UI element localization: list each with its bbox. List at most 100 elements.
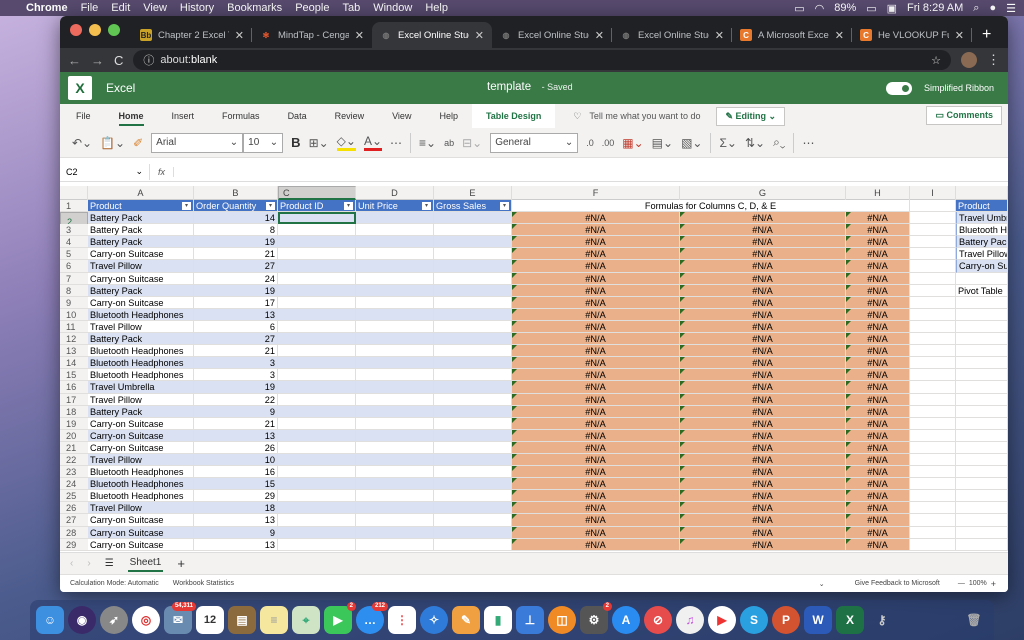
product-id-cell[interactable] — [278, 296, 356, 309]
quantity-cell[interactable]: 17 — [194, 296, 278, 309]
safari-icon[interactable]: ✧ — [420, 606, 448, 634]
close-tab-icon[interactable]: ✕ — [235, 29, 244, 42]
wifi-icon[interactable]: ◠ — [815, 2, 825, 15]
cell[interactable] — [956, 296, 1008, 309]
filter-dropdown-icon[interactable]: ▾ — [422, 202, 431, 210]
gross-sales-cell[interactable] — [434, 393, 512, 406]
product-cell[interactable]: Travel Umbrella — [88, 381, 194, 394]
product-cell[interactable]: Travel Pillow — [88, 502, 194, 515]
product-id-cell[interactable] — [278, 224, 356, 237]
wrap-text-icon[interactable]: ab — [444, 138, 454, 148]
tab-formulas[interactable]: Formulas — [208, 104, 274, 128]
trash-icon[interactable]: 🗑 — [960, 606, 988, 634]
formula-error-cell[interactable]: #N/A — [846, 248, 910, 261]
cell[interactable] — [956, 405, 1008, 418]
formula-error-cell[interactable]: #N/A — [512, 453, 680, 467]
quantity-cell[interactable]: 29 — [194, 490, 278, 503]
keychain-icon[interactable]: ⚷ — [868, 606, 896, 634]
product-id-cell[interactable] — [278, 357, 356, 370]
workbook-statistics[interactable]: Workbook Statistics — [173, 580, 234, 587]
feedback-link[interactable]: Give Feedback to Microsoft — [855, 580, 940, 587]
battery-icon[interactable]: ▭ — [866, 2, 876, 15]
quantity-cell[interactable]: 13 — [194, 514, 278, 527]
fx-icon[interactable]: fx — [150, 166, 174, 177]
column-header[interactable]: C — [278, 186, 356, 200]
format-painter-icon[interactable]: ✐ — [133, 136, 143, 150]
formula-error-cell[interactable]: #N/A — [846, 441, 910, 454]
keynote-icon[interactable]: ⊥ — [516, 606, 544, 634]
number-format-select[interactable]: General ⌄ — [490, 132, 579, 153]
gross-sales-cell[interactable] — [434, 345, 512, 358]
cell[interactable] — [956, 502, 1008, 515]
cell[interactable] — [956, 478, 1008, 491]
product-id-cell[interactable] — [278, 502, 356, 515]
close-tab-icon[interactable]: ✕ — [595, 29, 604, 42]
row-header[interactable]: 12 — [60, 333, 88, 346]
gross-sales-cell[interactable] — [434, 478, 512, 491]
column-header[interactable]: G — [680, 186, 846, 200]
cell[interactable] — [956, 369, 1008, 382]
row-header[interactable]: 24 — [60, 478, 88, 491]
cell[interactable] — [956, 526, 1008, 539]
formula-error-cell[interactable]: #N/A — [512, 320, 680, 334]
formula-error-cell[interactable]: #N/A — [680, 466, 846, 479]
unit-price-cell[interactable] — [356, 308, 434, 321]
table-header-cell[interactable]: Order Quantity ▾ — [194, 200, 278, 213]
launchpad-icon[interactable]: ➶ — [100, 606, 128, 634]
filter-dropdown-icon[interactable]: ▾ — [344, 202, 353, 210]
gross-sales-cell[interactable] — [434, 272, 512, 285]
unit-price-cell[interactable] — [356, 393, 434, 406]
cell[interactable] — [956, 308, 1008, 321]
fill-color-icon[interactable]: ◇⌄ — [336, 134, 356, 151]
powerpoint-icon[interactable]: P — [772, 606, 800, 634]
app-name[interactable]: Excel — [106, 81, 135, 95]
name-box[interactable]: C2 ⌄ — [60, 163, 150, 180]
formula-error-cell[interactable]: #N/A — [512, 224, 680, 237]
unit-price-cell[interactable] — [356, 212, 434, 225]
gross-sales-cell[interactable] — [434, 357, 512, 370]
formula-error-cell[interactable]: #N/A — [680, 212, 846, 225]
formula-error-cell[interactable]: #N/A — [846, 296, 910, 309]
row-header[interactable]: 9 — [60, 296, 88, 309]
gross-sales-cell[interactable] — [434, 369, 512, 382]
status-chevron-icon[interactable]: ⌄ — [819, 580, 825, 588]
quantity-cell[interactable]: 13 — [194, 308, 278, 321]
gross-sales-cell[interactable] — [434, 236, 512, 249]
product-cell[interactable]: Travel Pillow — [88, 260, 194, 273]
column-header[interactable]: E — [434, 186, 512, 200]
cell[interactable] — [910, 260, 956, 273]
formula-error-cell[interactable]: #N/A — [680, 417, 846, 430]
product-id-cell[interactable] — [278, 333, 356, 346]
unit-price-cell[interactable] — [356, 417, 434, 430]
side-table-cell[interactable]: Bluetooth Headphones — [956, 224, 1008, 237]
menu-window[interactable]: Window — [373, 2, 412, 14]
quantity-cell[interactable]: 15 — [194, 478, 278, 491]
formula-error-cell[interactable]: #N/A — [846, 490, 910, 503]
sort-filter-icon[interactable]: ⇅⌄ — [745, 136, 765, 150]
browser-tab[interactable]: CA Microsoft Excel ✕ — [732, 22, 852, 48]
product-cell[interactable]: Battery Pack — [88, 236, 194, 249]
spotlight-icon[interactable]: ⌕ — [973, 2, 979, 15]
cell[interactable] — [910, 393, 956, 406]
all-sheets-icon[interactable]: ☰ — [105, 558, 114, 569]
tell-me-search[interactable]: ♡ Tell me what you want to do — [573, 111, 700, 122]
profile-avatar[interactable] — [961, 52, 977, 68]
gross-sales-cell[interactable] — [434, 526, 512, 539]
cell[interactable] — [910, 345, 956, 358]
row-header[interactable]: 10 — [60, 308, 88, 321]
tab-table-design[interactable]: Table Design — [471, 104, 556, 128]
row-header[interactable]: 28 — [60, 526, 88, 539]
tab-file[interactable]: File — [60, 104, 105, 128]
formula-error-cell[interactable]: #N/A — [680, 381, 846, 394]
unit-price-cell[interactable] — [356, 441, 434, 454]
product-cell[interactable]: Battery Pack — [88, 224, 194, 237]
formula-error-cell[interactable]: #N/A — [680, 478, 846, 491]
quantity-cell[interactable]: 3 — [194, 369, 278, 382]
cell[interactable] — [956, 466, 1008, 479]
formula-error-cell[interactable]: #N/A — [512, 369, 680, 382]
product-cell[interactable]: Bluetooth Headphones — [88, 466, 194, 479]
column-header[interactable]: F — [512, 186, 680, 200]
cell[interactable] — [956, 320, 1008, 334]
cell[interactable] — [910, 514, 956, 527]
table-header-cell[interactable]: Product ID ▾ — [278, 200, 356, 213]
